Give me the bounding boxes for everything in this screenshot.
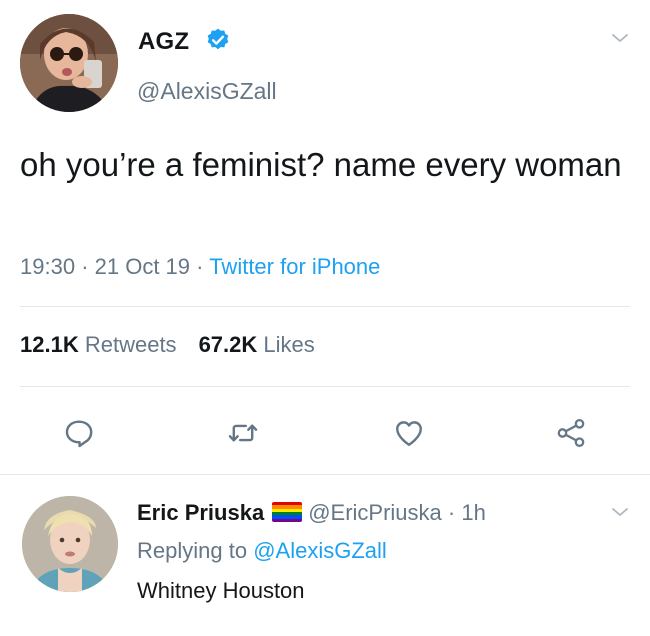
retweets-count: 12.1K (20, 332, 79, 357)
retweets-stat[interactable]: 12.1K Retweets (20, 332, 177, 357)
tweet-date[interactable]: 21 Oct 19 (95, 254, 190, 279)
author-name[interactable]: AGZ (138, 28, 189, 56)
divider (20, 386, 630, 387)
chevron-down-icon[interactable] (608, 500, 632, 524)
reply-author-handle[interactable]: @EricPriuska (308, 500, 442, 525)
tweet-source[interactable]: Twitter for iPhone (209, 254, 380, 279)
likes-label: Likes (263, 332, 315, 357)
chevron-down-icon[interactable] (608, 26, 632, 50)
tweet-stats: 12.1K Retweets 67.2K Likes (20, 332, 315, 358)
reply-icon[interactable] (62, 416, 96, 450)
replying-mention[interactable]: @AlexisGZall (253, 538, 387, 563)
author-avatar[interactable] (20, 14, 118, 112)
author-handle[interactable]: @AlexisGZall (137, 78, 277, 105)
likes-stat[interactable]: 67.2K Likes (199, 332, 315, 357)
tweet-divider (0, 474, 650, 475)
verified-badge-icon (205, 27, 231, 53)
retweet-icon[interactable] (226, 416, 260, 450)
meta-separator: · (196, 254, 204, 279)
reply-author-name[interactable]: Eric Priuska (137, 500, 264, 525)
share-icon[interactable] (554, 416, 588, 450)
replying-prefix: Replying to (137, 538, 248, 563)
divider (20, 306, 630, 307)
likes-count: 67.2K (198, 332, 258, 357)
reply-text: Whitney Houston (137, 578, 305, 603)
tweet-time[interactable]: 19:30 (20, 254, 75, 279)
reply-age[interactable]: 1h (461, 500, 485, 525)
reply-author-avatar[interactable] (22, 496, 118, 592)
reply-header: Eric Priuska @EricPriuska · 1h (137, 500, 486, 526)
replying-to: Replying to @AlexisGZall (137, 538, 387, 564)
tweet-meta: 19:30 · 21 Oct 19 · Twitter for iPhone (20, 254, 380, 280)
like-icon[interactable] (392, 416, 426, 450)
rainbow-flag-icon (272, 502, 303, 522)
retweets-label: Retweets (84, 332, 177, 357)
meta-separator: · (81, 254, 89, 279)
tweet-text: oh you’re a feminist? name every woman (20, 146, 622, 183)
meta-separator: · (447, 500, 456, 525)
